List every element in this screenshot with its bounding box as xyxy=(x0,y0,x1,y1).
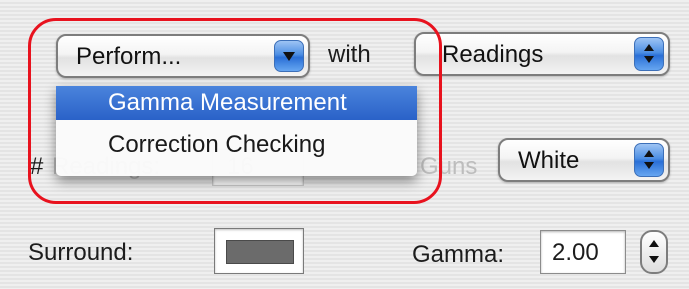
chevron-down-icon xyxy=(644,56,654,63)
guns-popup-arrows[interactable] xyxy=(634,143,664,177)
source-popup-arrows[interactable] xyxy=(634,37,664,71)
guns-popup-label: White xyxy=(518,147,580,174)
gamma-field[interactable]: 2.00 xyxy=(540,230,626,274)
chevron-down-icon xyxy=(644,162,654,169)
surround-label: Surround: xyxy=(28,239,134,266)
gamma-value: 2.00 xyxy=(552,239,599,266)
chevron-down-icon xyxy=(649,256,659,263)
surround-swatch-well[interactable] xyxy=(214,228,304,274)
surround-swatch xyxy=(226,240,294,264)
source-popup-label: Readings xyxy=(442,41,544,68)
gamma-label: Gamma: xyxy=(412,241,505,268)
chevron-up-icon xyxy=(644,150,654,157)
chevron-up-icon xyxy=(644,44,654,51)
gamma-stepper[interactable] xyxy=(640,230,668,274)
highlight-frame xyxy=(28,18,442,204)
source-popup[interactable]: Readings xyxy=(414,32,670,76)
guns-popup[interactable]: White xyxy=(498,138,670,182)
chevron-up-icon xyxy=(649,240,659,247)
